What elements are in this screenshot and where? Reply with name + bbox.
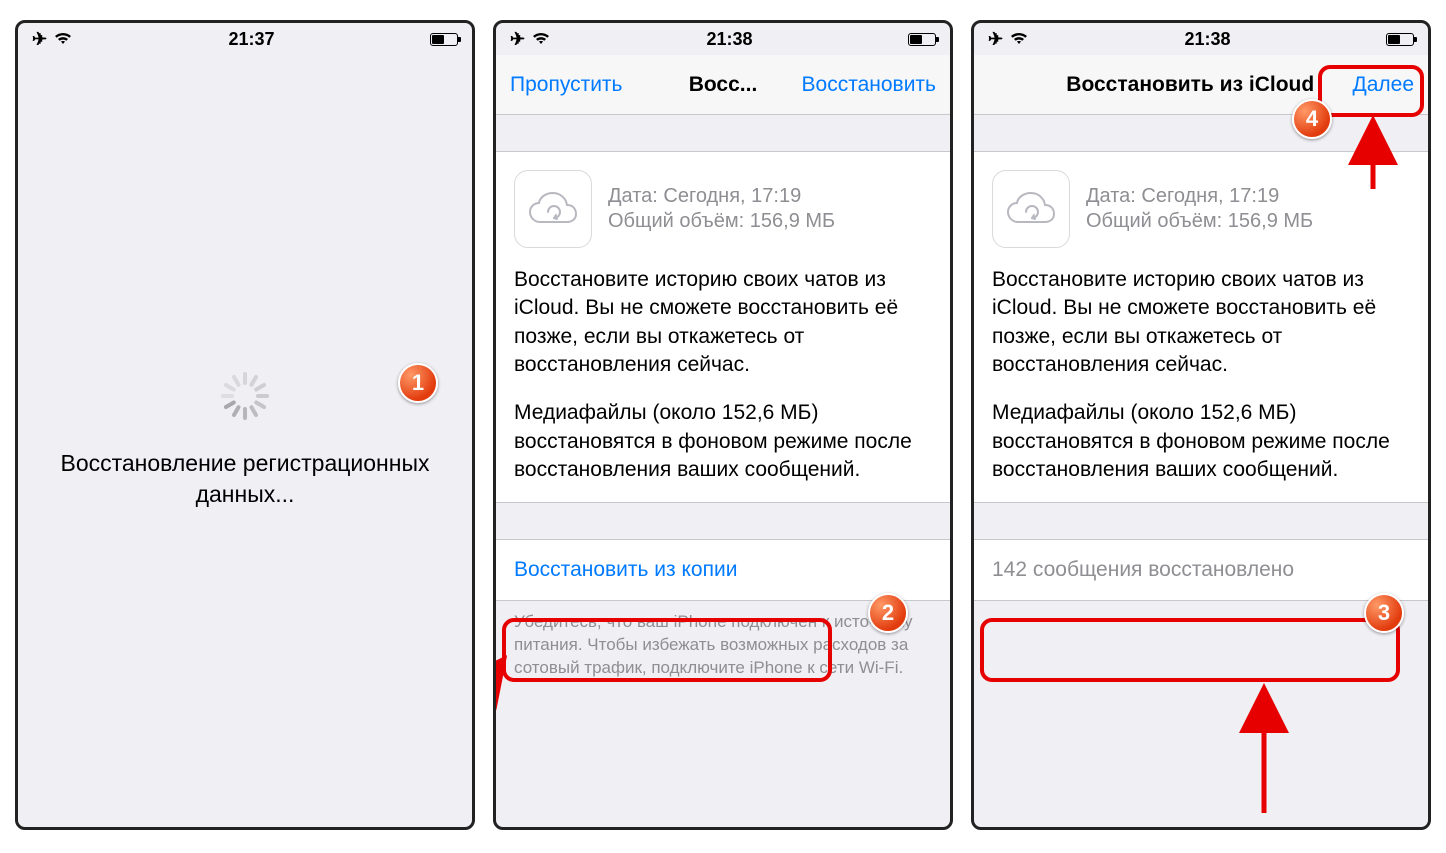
status-time: 21:38 <box>1185 29 1231 50</box>
backup-date: Дата: Сегодня, 17:19 <box>1086 185 1313 208</box>
airplane-icon: ✈ <box>510 29 525 50</box>
restore-description-2: Медиафайлы (около 152,6 МБ) восстановятс… <box>514 399 932 484</box>
battery-icon <box>908 33 936 46</box>
airplane-icon: ✈ <box>32 29 47 50</box>
screen-3-restore-complete: ✈ 21:38 Восстановить из iCloud Далее <box>971 20 1431 830</box>
airplane-icon: ✈ <box>988 29 1003 50</box>
nav-bar: Пропустить Восс... Восстановить <box>496 55 950 115</box>
backup-info-block: Дата: Сегодня, 17:19 Общий объём: 156,9 … <box>496 151 950 503</box>
next-button[interactable]: Далее <box>1352 73 1414 97</box>
screen-1-restoring: ✈ 21:37 Вос <box>15 20 475 830</box>
battery-icon <box>430 33 458 46</box>
restore-description-2: Медиафайлы (около 152,6 МБ) восстановятс… <box>992 399 1410 484</box>
wifi-icon <box>1009 29 1029 50</box>
restore-from-copy-button[interactable]: Восстановить из копии <box>496 539 950 601</box>
loading-text: Восстановление регистрационных данных... <box>18 448 472 510</box>
status-bar: ✈ 21:38 <box>974 23 1428 55</box>
backup-size: Общий объём: 156,9 МБ <box>1086 210 1313 233</box>
status-bar: ✈ 21:37 <box>18 23 472 55</box>
callout-1: 1 <box>398 363 438 403</box>
nav-title: Восстановить из iCloud <box>988 73 1352 97</box>
skip-button[interactable]: Пропустить <box>510 73 623 97</box>
restore-button[interactable]: Восстановить <box>802 73 936 97</box>
callout-2: 2 <box>868 593 908 633</box>
status-bar: ✈ 21:38 <box>496 23 950 55</box>
backup-size: Общий объём: 156,9 МБ <box>608 210 835 233</box>
loading-spinner-icon <box>221 372 269 420</box>
restore-description-1: Восстановите историю своих чатов из iClo… <box>514 266 932 379</box>
callout-3: 3 <box>1364 593 1404 633</box>
screen-2-restore-from-copy: ✈ 21:38 Пропустить Восс... Восстановить <box>493 20 953 830</box>
nav-bar: Восстановить из iCloud Далее <box>974 55 1428 115</box>
messages-restored-status: 142 сообщения восстановлено <box>974 539 1428 601</box>
wifi-icon <box>53 29 73 50</box>
backup-info-block: Дата: Сегодня, 17:19 Общий объём: 156,9 … <box>974 151 1428 503</box>
cloud-restore-icon <box>992 170 1070 248</box>
backup-date: Дата: Сегодня, 17:19 <box>608 185 835 208</box>
cloud-restore-icon <box>514 170 592 248</box>
status-time: 21:38 <box>707 29 753 50</box>
wifi-icon <box>531 29 551 50</box>
status-time: 21:37 <box>229 29 275 50</box>
callout-4: 4 <box>1292 99 1332 139</box>
restore-description-1: Восстановите историю своих чатов из iClo… <box>992 266 1410 379</box>
battery-icon <box>1386 33 1414 46</box>
